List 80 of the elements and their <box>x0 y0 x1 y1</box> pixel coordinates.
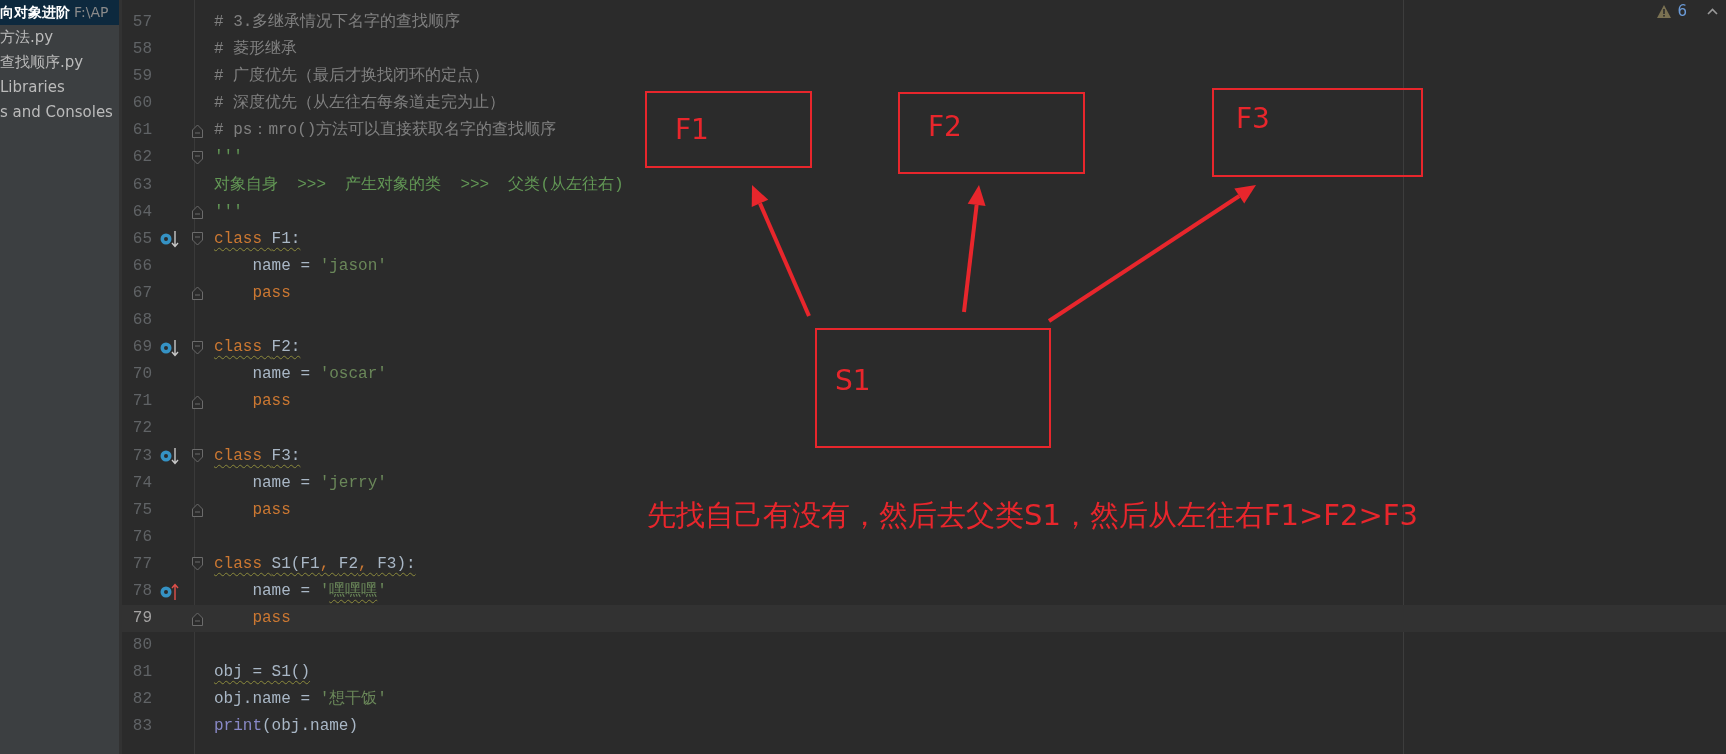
project-root-row[interactable]: 向对象进阶 F:\AP <box>0 0 119 25</box>
code-line: obj.name = '想干饭' <box>213 688 387 711</box>
line-number: 61 <box>131 120 152 142</box>
line-number: 63 <box>131 174 152 196</box>
fold-icon[interactable] <box>192 123 203 138</box>
project-tree-item[interactable]: s and Consoles <box>0 100 119 125</box>
line-number: 83 <box>131 716 152 738</box>
circle-down-arrow-icon[interactable] <box>160 230 180 249</box>
fold-icon[interactable] <box>192 151 203 165</box>
fold-icon[interactable] <box>192 557 203 572</box>
code-line: obj = S1() <box>213 662 310 684</box>
code-line: class F3: <box>213 445 301 467</box>
line-number: 73 <box>131 445 152 467</box>
circle-down-arrow-icon[interactable] <box>160 338 180 357</box>
project-name: 向对象进阶 <box>0 4 70 20</box>
circle-down-arrow-icon[interactable] <box>160 447 180 466</box>
fold-icon[interactable] <box>192 611 203 626</box>
warning-count: 6 <box>1677 0 1687 22</box>
line-number: 78 <box>131 580 152 602</box>
warning-icon[interactable] <box>1657 4 1672 18</box>
line-number: 59 <box>131 66 152 88</box>
code-line: # 3.多继承情况下名字的查找顺序 <box>213 11 461 33</box>
line-number: 80 <box>131 635 152 657</box>
code-line: class F1: <box>213 228 301 250</box>
code-line: # 广度优先（最后才换找闭环的定点） <box>213 65 490 88</box>
line-number: 74 <box>131 472 152 494</box>
code-line: # 菱形继承 <box>213 38 298 61</box>
code-line: ''' <box>213 201 243 223</box>
code-line: print(obj.name) <box>213 716 359 738</box>
fold-icon[interactable] <box>192 340 203 355</box>
fold-icon[interactable] <box>192 503 203 518</box>
line-number: 77 <box>131 553 152 575</box>
line-number: 58 <box>131 39 152 61</box>
line-number: 65 <box>131 228 152 250</box>
line-number: 70 <box>131 364 152 386</box>
code-line: pass <box>251 608 291 630</box>
fold-icon[interactable] <box>192 394 203 409</box>
line-number: 57 <box>131 12 152 33</box>
box-label: F2 <box>928 109 962 145</box>
line-number: 72 <box>131 418 152 440</box>
line-number: 79 <box>131 608 152 630</box>
code-line: 对象自身 >>> 产生对象的类 >>> 父类(从左往右) <box>213 174 624 196</box>
code-line: class S1(F1, F2, F3): <box>213 553 416 575</box>
line-number: 66 <box>131 255 152 277</box>
project-tree-item[interactable]: 方法.py <box>0 25 119 50</box>
circle-up-arrow-icon[interactable] <box>160 582 180 601</box>
project-tree-item[interactable]: 查找顺序.py <box>0 50 119 75</box>
code-line: # ps：mro()方法可以直接获取名字的查找顺序 <box>213 119 557 142</box>
code-line: name = 'jason' <box>251 255 387 277</box>
project-tree-item[interactable]: Libraries <box>0 75 119 100</box>
box-label: S1 <box>835 363 871 399</box>
code-line: # 深度优先（从左往右每条道走完为止） <box>213 92 506 115</box>
line-number: 81 <box>131 662 152 684</box>
line-number: 68 <box>131 310 152 332</box>
line-number: 64 <box>131 201 152 223</box>
code-line: ''' <box>213 147 243 169</box>
project-path: F:\AP <box>74 4 109 20</box>
annotation-note: 先找自己有没有，然后去父类S1，然后从左往右F1>F2>F3 <box>647 497 1418 534</box>
line-number: 62 <box>131 147 152 169</box>
code-line: pass <box>251 391 291 413</box>
code-line: pass <box>251 282 291 304</box>
line-number: 67 <box>131 282 152 304</box>
fold-icon[interactable] <box>192 232 203 247</box>
code-line: class F2: <box>213 337 301 359</box>
fold-icon[interactable] <box>192 286 203 301</box>
line-number: 71 <box>131 391 152 413</box>
line-number: 69 <box>131 337 152 359</box>
fold-icon[interactable] <box>192 449 203 464</box>
box-label: F3 <box>1236 101 1270 137</box>
box-label: F1 <box>675 112 709 148</box>
fold-icon[interactable] <box>192 205 203 220</box>
line-number: 76 <box>131 526 152 548</box>
chevron-up-icon[interactable] <box>1707 7 1718 15</box>
code-line: pass <box>251 499 291 521</box>
line-number: 75 <box>131 499 152 521</box>
code-line: name = '嘿嘿嘿' <box>251 580 387 602</box>
code-line: name = 'oscar' <box>251 364 387 386</box>
code-line: name = 'jerry' <box>251 472 387 494</box>
line-number: 82 <box>131 689 152 711</box>
line-number: 60 <box>131 93 152 115</box>
